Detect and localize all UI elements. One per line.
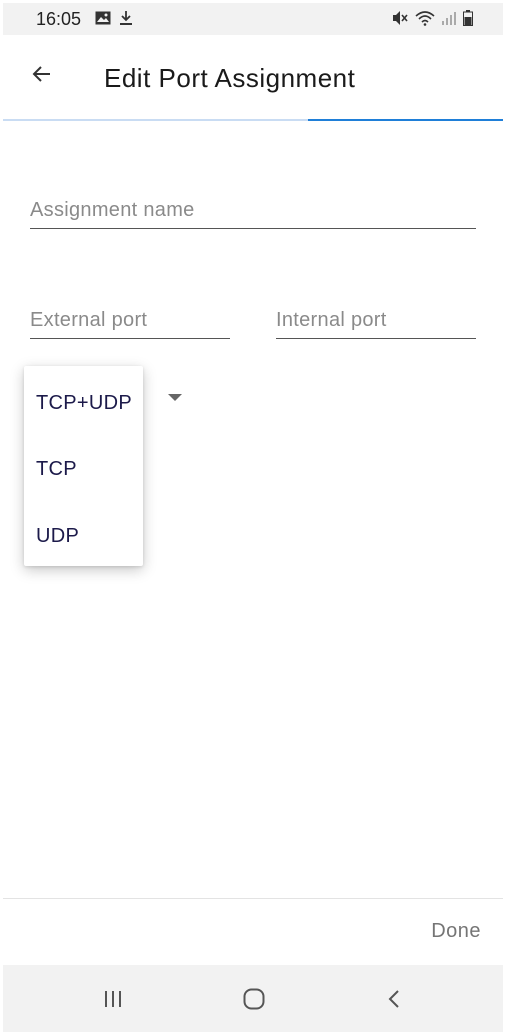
progress-fill [308,119,503,121]
page-title: Edit Port Assignment [104,63,356,93]
assignment-name-field[interactable] [30,199,476,229]
footer-divider [3,898,503,899]
app-bar: Edit Port Assignment [3,35,503,121]
status-bar: 16:05 [3,3,503,35]
menu-item-tcp-udp[interactable]: TCP+UDP [36,392,132,415]
wifi-icon [415,10,435,31]
signal-icon [441,11,457,30]
status-left-icons [95,10,133,31]
back-button[interactable] [25,59,59,93]
home-button[interactable] [236,983,272,1019]
status-right-icons [391,10,473,31]
status-time: 16:05 [36,9,82,29]
recents-button[interactable] [95,983,131,1019]
image-icon [95,11,111,30]
protocol-dropdown-arrow-icon[interactable] [168,394,182,401]
internal-port-input[interactable] [276,309,476,339]
external-port-input[interactable] [30,309,230,339]
progress-bar [3,119,503,121]
internal-port-field[interactable] [276,309,476,339]
menu-item-tcp[interactable]: TCP [36,458,77,481]
arrow-back-icon [30,62,54,91]
battery-icon [463,10,473,31]
screen: 16:05 Edit Port Assignment Assignment na… [3,3,503,1032]
external-port-field[interactable] [30,309,230,339]
protocol-menu: TCP+UDP TCP UDP [24,366,143,566]
mute-icon [391,10,409,31]
done-button[interactable]: Done [431,920,481,943]
menu-item-udp[interactable]: UDP [36,525,79,548]
download-icon [119,10,133,31]
recents-icon [102,988,124,1015]
system-back-button[interactable] [377,983,413,1019]
system-nav-bar [3,965,503,1032]
assignment-name-input[interactable] [30,199,476,229]
back-icon [384,988,406,1015]
home-icon [242,987,266,1016]
